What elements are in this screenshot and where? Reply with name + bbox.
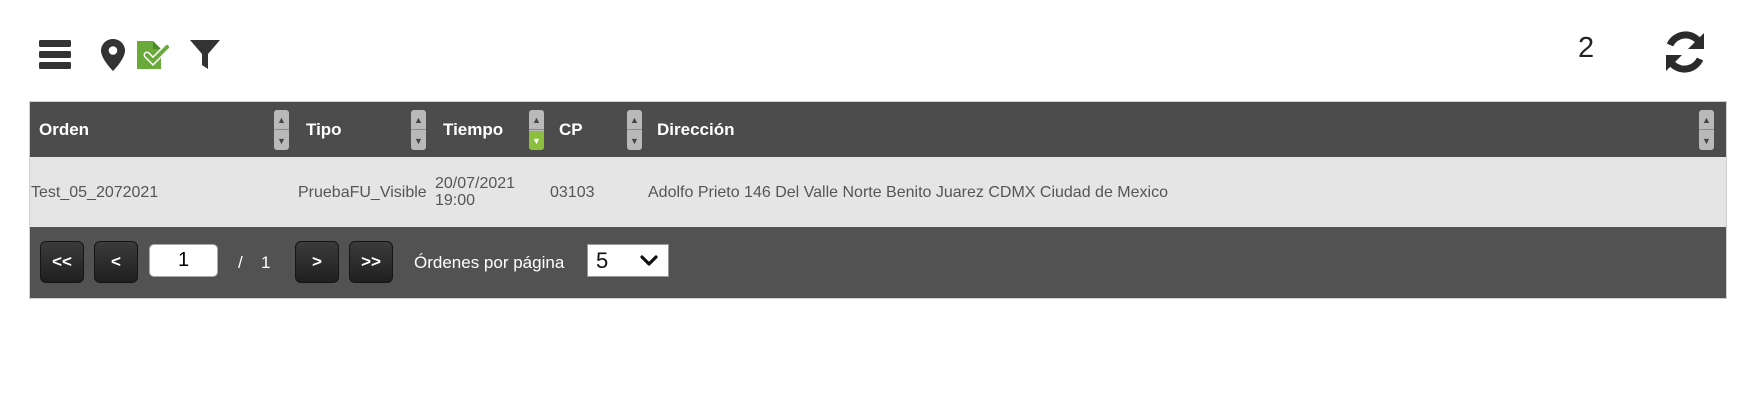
sort-up-icon[interactable]: ▲ [1699,110,1714,130]
sort-tiempo-control[interactable]: ▲ ▼ [529,110,544,150]
pagination-bar: << < / 1 > >> Órdenes por página 5 [30,227,1726,298]
sort-up-icon[interactable]: ▲ [274,110,289,130]
cell-orden: Test_05_2072021 [31,183,159,201]
column-header-orden[interactable]: Orden [39,102,89,157]
sort-down-icon[interactable]: ▼ [411,131,426,150]
sort-down-icon[interactable]: ▼ [529,131,544,150]
page-number-input[interactable] [149,244,218,277]
table-header: Orden ▲ ▼ Tipo ▲ ▼ Tiempo ▲ ▼ CP ▲ ▼ Direcci… [30,102,1726,157]
sort-down-icon[interactable]: ▼ [1699,131,1714,150]
chevron-down-icon [640,254,658,266]
checked-document-icon[interactable] [131,32,177,78]
cell-tiempo-date: 20/07/2021 [435,175,516,192]
sort-down-icon[interactable]: ▼ [274,131,289,150]
page-separator: / [238,252,243,272]
column-header-direccion[interactable]: Dirección [657,102,734,157]
first-page-button[interactable]: << [40,241,84,283]
cell-tipo: PruebaFU_Visible [298,183,427,201]
sort-tipo-control[interactable]: ▲ ▼ [411,110,426,150]
order-count: 2 [1578,32,1595,64]
orders-table: Orden ▲ ▼ Tipo ▲ ▼ Tiempo ▲ ▼ CP ▲ ▼ Direcci… [29,101,1727,299]
per-page-label: Órdenes por página [414,252,565,272]
filter-icon[interactable] [182,32,228,78]
sort-cp-control[interactable]: ▲ ▼ [627,110,642,150]
sort-up-icon[interactable]: ▲ [627,110,642,130]
prev-page-button[interactable]: < [94,241,138,283]
table-row[interactable]: Test_05_2072021 PruebaFU_Visible 20/07/2… [30,157,1726,227]
location-pin-icon[interactable] [90,32,136,78]
total-pages: 1 [261,252,271,272]
menu-icon[interactable] [32,32,78,78]
cell-cp: 03103 [550,183,595,201]
per-page-select[interactable]: 5 [587,244,669,277]
cell-tiempo-time: 19:00 [435,192,476,209]
toolbar: 2 [0,0,1762,100]
refresh-icon[interactable] [1655,22,1715,82]
cell-tiempo: 20/07/2021 19:00 [435,157,515,227]
sort-orden-control[interactable]: ▲ ▼ [274,110,289,150]
next-page-button[interactable]: > [295,241,339,283]
column-header-tipo[interactable]: Tipo [306,102,342,157]
sort-down-icon[interactable]: ▼ [627,131,642,150]
sort-up-icon[interactable]: ▲ [529,110,544,130]
column-header-cp[interactable]: CP [559,102,583,157]
per-page-value: 5 [596,247,609,273]
sort-up-icon[interactable]: ▲ [411,110,426,130]
cell-direccion: Adolfo Prieto 146 Del Valle Norte Benito… [648,183,1168,201]
column-header-tiempo[interactable]: Tiempo [443,102,503,157]
last-page-button[interactable]: >> [349,241,393,283]
sort-direccion-control[interactable]: ▲ ▼ [1699,110,1714,150]
